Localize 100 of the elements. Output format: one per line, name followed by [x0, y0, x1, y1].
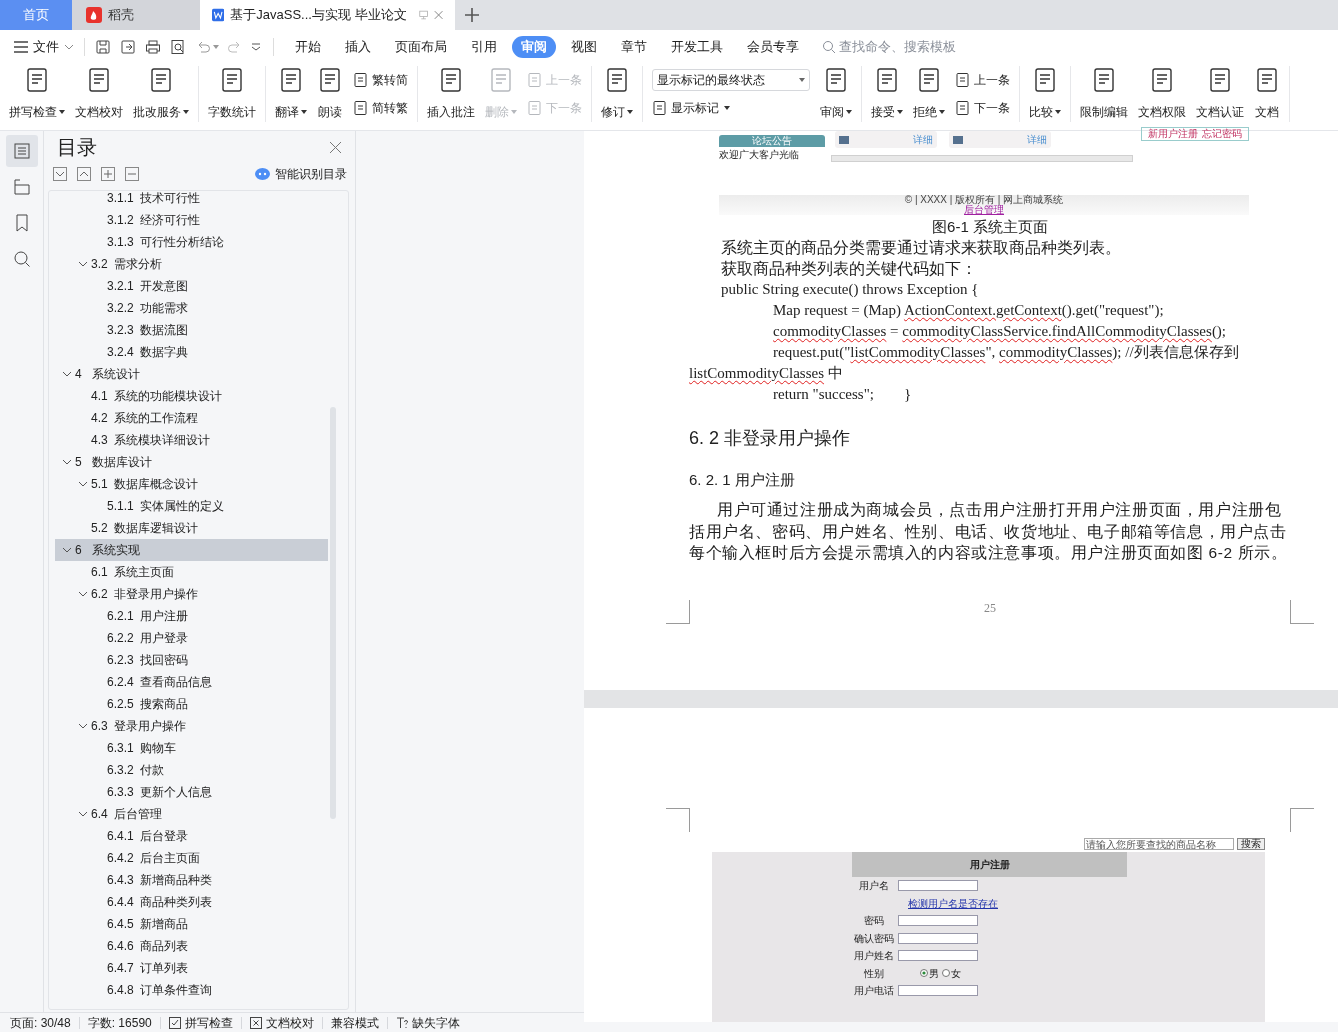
toc-item[interactable]: 5.2 数据库逻辑设计 — [55, 517, 328, 539]
toolbar-button[interactable]: 显示标记 — [652, 97, 810, 119]
expand-icon[interactable] — [77, 167, 91, 181]
toc-item[interactable]: 6.3 登录用户操作 — [55, 715, 328, 737]
toolbar-button[interactable]: 拼写检查 — [6, 66, 68, 122]
toolbar-button[interactable]: 文档权限 — [1135, 66, 1189, 122]
radio-button[interactable]: 女 — [942, 965, 961, 981]
toc-item[interactable]: 3.1.3 可行性分析结论 — [55, 231, 328, 253]
toolbar-button[interactable]: 插入批注 — [424, 66, 478, 122]
toolbar-button[interactable]: 拒绝 — [910, 66, 948, 122]
status-button[interactable]: 缺失字体 — [395, 1013, 460, 1032]
toolbar-button[interactable]: 限制编辑 — [1077, 66, 1131, 122]
radio-button[interactable]: 男 — [920, 965, 939, 981]
toc-item[interactable]: 6.4.2 后台主页面 — [55, 847, 328, 869]
ribbon-tab[interactable]: 开始 — [286, 35, 330, 58]
toc-item[interactable]: 6.3.1 购物车 — [55, 737, 328, 759]
toolbar-button[interactable]: 文档 — [1251, 66, 1283, 122]
toolbar-button[interactable]: 审阅 — [817, 66, 855, 122]
sidebar-tab[interactable] — [5, 135, 38, 167]
toc-item[interactable]: 6 系统实现 — [55, 539, 328, 561]
account-link[interactable]: 新用户注册 — [1148, 129, 1198, 139]
toc-item[interactable]: 6.2.5 搜索商品 — [55, 693, 328, 715]
toc-item[interactable]: 3.2.4 数据字典 — [55, 341, 328, 363]
preview-icon[interactable] — [170, 38, 186, 55]
plus-icon[interactable] — [101, 167, 115, 181]
toc-item[interactable]: 3.2.3 数据流图 — [55, 319, 328, 341]
toolbar-button[interactable]: 批改服务 — [130, 66, 192, 122]
search-input[interactable]: 请输入您所要查找的商品名称 — [1084, 838, 1234, 850]
toolbar-button[interactable]: 上一条 — [955, 69, 1010, 91]
toc-item[interactable]: 6.4 后台管理 — [55, 803, 328, 825]
toc-item[interactable]: 6.3.2 付款 — [55, 759, 328, 781]
toolbar-button[interactable]: 翻译 — [272, 66, 310, 122]
toc-item[interactable]: 4.3 系统模块详细设计 — [55, 429, 328, 451]
radio-checked-icon — [920, 969, 928, 978]
input-field[interactable] — [898, 985, 978, 997]
toc-item[interactable]: 3.2.2 功能需求 — [55, 297, 328, 319]
toc-item[interactable]: 6.4.5 新增商品 — [55, 913, 328, 935]
export-icon[interactable] — [120, 38, 136, 55]
toolbar-button[interactable]: 简转繁 — [353, 97, 408, 119]
chevron-down-icon[interactable] — [251, 42, 261, 51]
ribbon-tab[interactable]: 章节 — [612, 35, 656, 58]
toc-item[interactable]: 6.1 系统主页面 — [55, 561, 328, 583]
toc-item[interactable]: 5 数据库设计 — [55, 451, 328, 473]
check-username-link[interactable]: 检测用户名是否存在 — [908, 895, 998, 911]
file-menu[interactable]: 文件 — [14, 36, 74, 57]
print-icon[interactable] — [145, 38, 161, 55]
ribbon-tab[interactable]: 插入 — [336, 35, 380, 58]
status-button[interactable]: 文档校对 — [249, 1013, 314, 1032]
toc-item[interactable]: 3.1.1 技术可行性 — [55, 191, 328, 209]
toolbar-button[interactable]: 字数统计 — [205, 66, 259, 122]
search-field[interactable]: 查找命令、搜索模板 — [822, 36, 969, 57]
toc-item[interactable]: 6.2.1 用户注册 — [55, 605, 328, 627]
collapse-icon[interactable] — [53, 167, 67, 181]
input-field[interactable] — [898, 932, 978, 944]
input-field[interactable] — [898, 880, 978, 892]
toc-item[interactable]: 6.4.6 商品列表 — [55, 935, 328, 957]
toolbar-button[interactable]: 下一条 — [955, 97, 1010, 119]
ribbon-tab[interactable]: 开发工具 — [662, 35, 732, 58]
input-field[interactable] — [898, 915, 978, 927]
toc-item[interactable]: 6.3.3 更新个人信息 — [55, 781, 328, 803]
toc-item[interactable]: 6.2.3 找回密码 — [55, 649, 328, 671]
minus-icon[interactable] — [125, 167, 139, 181]
status-button[interactable]: 拼写检查 — [168, 1013, 233, 1032]
input-field[interactable] — [898, 950, 978, 962]
dropdown[interactable]: 显示标记的最终状态 — [652, 69, 810, 91]
ribbon-tab[interactable]: 会员专享 — [738, 35, 808, 58]
toc-item[interactable]: 4.1 系统的功能模块设计 — [55, 385, 328, 407]
toc-item[interactable]: 3.1.2 经济可行性 — [55, 209, 328, 231]
toc-item[interactable]: 4.2 系统的工作流程 — [55, 407, 328, 429]
toc-item[interactable]: 5.1.1 实体属性的定义 — [55, 495, 328, 517]
toc-item[interactable]: 6.2.2 用户登录 — [55, 627, 328, 649]
toolbar-button[interactable]: 比较 — [1026, 66, 1064, 122]
toc-item[interactable]: 3.2 需求分析 — [55, 253, 328, 275]
search-button[interactable]: 搜索 — [1237, 838, 1265, 850]
toc-item[interactable]: 6.4.3 新增商品种类 — [55, 869, 328, 891]
ribbon-tab[interactable]: 页面布局 — [386, 35, 456, 58]
admin-link[interactable]: 后台管理 — [964, 205, 1004, 215]
toolbar-button[interactable]: 文档认证 — [1193, 66, 1247, 122]
ribbon-tab[interactable]: 视图 — [562, 35, 606, 58]
tab[interactable]: 稻壳 — [72, 0, 200, 30]
toc-item[interactable]: 5.1 数据库概念设计 — [55, 473, 328, 495]
toolbar-button[interactable]: 修订 — [598, 66, 636, 122]
toc-item[interactable]: 6.4.7 订单列表 — [55, 957, 328, 979]
toc-item[interactable]: 4 系统设计 — [55, 363, 328, 385]
smart-toc-button[interactable]: 智能识别目录 — [255, 165, 347, 183]
toolbar-button[interactable]: 文档校对 — [72, 66, 126, 122]
toc-item[interactable]: 6.4.1 后台登录 — [55, 825, 328, 847]
toc-item[interactable]: 3.2.1 开发意图 — [55, 275, 328, 297]
toc-item[interactable]: 6.2.4 查看商品信息 — [55, 671, 328, 693]
plus-icon[interactable] — [465, 8, 479, 22]
toc-item[interactable]: 6.2 非登录用户操作 — [55, 583, 328, 605]
account-link[interactable]: 忘记密码 — [1202, 129, 1242, 139]
toolbar-button[interactable]: 繁转简 — [353, 69, 408, 91]
ribbon-tab[interactable]: 引用 — [462, 35, 506, 58]
toc-item[interactable]: 6.4.4 商品种类列表 — [55, 891, 328, 913]
toc-item[interactable]: 6.4.8 订单条件查询 — [55, 979, 328, 1001]
toolbar-button[interactable]: 朗读 — [314, 66, 346, 122]
save-icon[interactable] — [95, 38, 111, 55]
close-icon[interactable] — [330, 141, 341, 153]
toolbar-button[interactable]: 接受 — [868, 66, 906, 122]
